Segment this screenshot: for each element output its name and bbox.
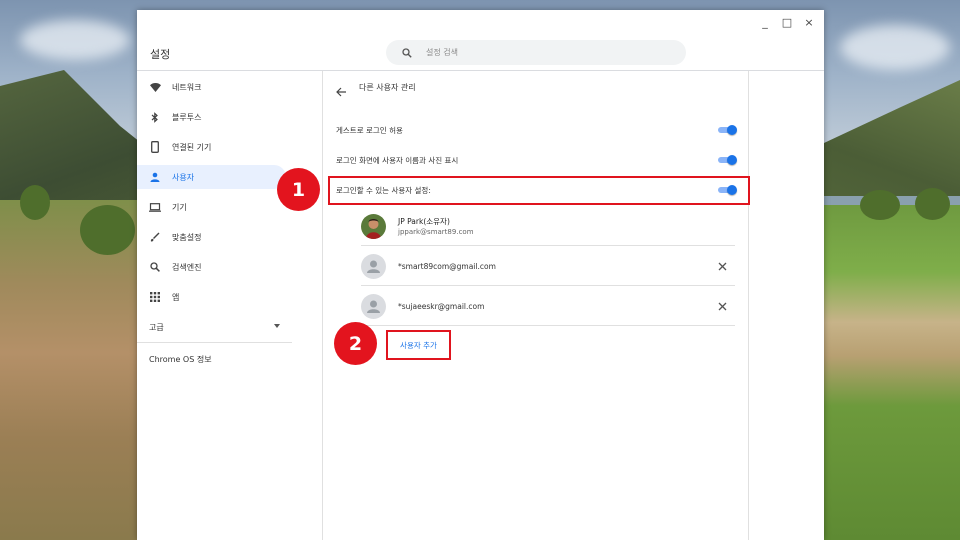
sidebar-item-label: 네트워크 [172, 82, 202, 92]
user-row-owner: JP Park(소유자) jppark@smart89.com [361, 206, 735, 246]
user-row: *smart89com@gmail.com [361, 246, 735, 286]
wallpaper-cloud [840, 25, 950, 70]
wallpaper-field-left [0, 200, 160, 540]
row-divider [361, 325, 735, 326]
callout-badge-2: 2 [334, 322, 377, 365]
sidebar-divider [137, 342, 292, 343]
default-avatar-icon [361, 294, 386, 319]
sidebar-item-label: 블루투스 [172, 112, 202, 122]
bluetooth-icon [149, 111, 161, 123]
person-icon [149, 171, 161, 183]
callout-badge-1: 1 [277, 168, 320, 211]
add-user-label: 사용자 추가 [400, 340, 437, 350]
avatar [361, 214, 386, 239]
content-border-left [322, 71, 323, 540]
setting-label: 로그인 화면에 사용자 이름과 사진 표시 [336, 155, 459, 165]
phone-icon [149, 141, 161, 153]
close-button[interactable]: × [798, 13, 820, 31]
sidebar-item-label: 검색엔진 [172, 262, 202, 272]
sidebar-item-label: 맞춤설정 [172, 232, 202, 242]
setting-label: 게스트로 로그인 허용 [336, 125, 403, 135]
sidebar-item-connected-devices[interactable]: 연결된 기기 [137, 135, 323, 159]
settings-window: _ □ × 설정 네트워크 블루투스 [137, 10, 824, 540]
user-name: JP Park(소유자) [398, 217, 450, 226]
sidebar-item-label: 앱 [172, 292, 180, 302]
sidebar-advanced-toggle[interactable]: 고급 [149, 322, 164, 333]
sidebar: 네트워크 블루투스 연결된 기기 사용자 기기 맞춤설정 검색엔진 앱 고급 C… [137, 71, 323, 540]
close-icon [718, 302, 726, 310]
sidebar-item-apps[interactable]: 앱 [137, 285, 323, 309]
caret-down-icon[interactable] [274, 324, 280, 328]
maximize-button[interactable]: □ [776, 13, 798, 31]
sidebar-item-label: 기기 [172, 202, 187, 212]
highlight-box-1 [328, 176, 750, 205]
search-icon [149, 261, 161, 273]
sidebar-item-search-engine[interactable]: 검색엔진 [137, 255, 323, 279]
search-input[interactable] [426, 48, 646, 57]
setting-row-guest-login: 게스트로 로그인 허용 [336, 119, 738, 141]
guest-login-toggle[interactable] [718, 125, 737, 135]
wallpaper-tree [80, 205, 135, 255]
app-title: 설정 [150, 48, 171, 61]
search-box[interactable] [386, 40, 686, 65]
wallpaper-tree [20, 185, 50, 220]
wifi-icon [149, 81, 161, 93]
remove-user-button[interactable] [716, 300, 728, 312]
laptop-icon [149, 201, 161, 213]
sidebar-item-bluetooth[interactable]: 블루투스 [137, 105, 323, 129]
sidebar-item-label: 연결된 기기 [172, 142, 212, 152]
sidebar-item-personalization[interactable]: 맞춤설정 [137, 225, 323, 249]
add-user-button[interactable]: 사용자 추가 [386, 330, 451, 360]
apps-grid-icon [149, 291, 161, 303]
search-icon [400, 46, 414, 60]
window-controls: _ □ × [754, 13, 820, 31]
wallpaper-tree [860, 190, 900, 220]
sidebar-item-users[interactable]: 사용자 [137, 165, 286, 189]
wallpaper-tree [915, 188, 950, 220]
back-arrow-icon[interactable] [336, 82, 348, 97]
title-bar: _ □ × 설정 [137, 10, 824, 70]
user-row: *sujaeeskr@gmail.com [361, 286, 735, 326]
remove-user-button[interactable] [716, 260, 728, 272]
content-border-right [748, 71, 749, 540]
user-email: *smart89com@gmail.com [398, 262, 496, 271]
page-title: 다른 사용자 관리 [359, 83, 416, 92]
user-email: jppark@smart89.com [398, 228, 474, 236]
show-usernames-toggle[interactable] [718, 155, 737, 165]
user-email: *sujaeeskr@gmail.com [398, 302, 485, 311]
close-icon [718, 262, 726, 270]
minimize-button[interactable]: _ [754, 13, 776, 31]
wallpaper-cloud [20, 20, 130, 60]
setting-row-show-usernames: 로그인 화면에 사용자 이름과 사진 표시 [336, 149, 738, 171]
brush-icon [149, 231, 161, 243]
sidebar-item-label: 사용자 [172, 172, 195, 182]
wallpaper-field-right [824, 205, 960, 540]
sidebar-item-network[interactable]: 네트워크 [137, 75, 323, 99]
sidebar-item-about[interactable]: Chrome OS 정보 [149, 354, 212, 365]
default-avatar-icon [361, 254, 386, 279]
